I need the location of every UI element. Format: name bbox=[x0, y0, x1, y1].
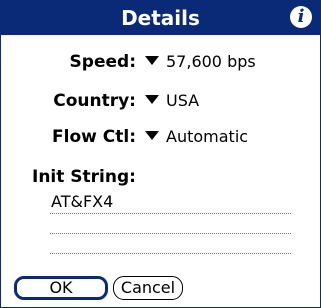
init-string-field[interactable]: AT&FX4 bbox=[51, 192, 113, 212]
init-string-label: Init String: bbox=[32, 167, 136, 187]
flow-ctl-label: Flow Ctl: bbox=[52, 127, 136, 147]
country-label: Country: bbox=[53, 91, 136, 111]
dialog-title: Details bbox=[121, 6, 200, 30]
init-string-line-3[interactable] bbox=[50, 253, 291, 254]
dropdown-arrow-icon bbox=[145, 131, 159, 140]
init-string-line-2[interactable] bbox=[50, 233, 291, 234]
ok-button[interactable]: OK bbox=[14, 276, 108, 300]
flow-ctl-select[interactable]: Automatic bbox=[145, 127, 248, 147]
speed-label: Speed: bbox=[69, 52, 136, 72]
country-select[interactable]: USA bbox=[145, 91, 199, 111]
speed-select[interactable]: 57,600 bps bbox=[145, 52, 256, 72]
title-bar: Details i bbox=[1, 1, 320, 35]
cancel-button[interactable]: Cancel bbox=[113, 276, 183, 300]
info-icon[interactable]: i bbox=[290, 6, 312, 28]
init-string-line-1[interactable] bbox=[50, 213, 291, 214]
dropdown-arrow-icon bbox=[145, 95, 159, 104]
details-dialog: Details i Speed: 57,600 bps Country: USA… bbox=[0, 0, 321, 308]
flow-ctl-value: Automatic bbox=[166, 127, 249, 146]
dropdown-arrow-icon bbox=[145, 56, 159, 65]
country-value: USA bbox=[166, 91, 200, 110]
speed-value: 57,600 bps bbox=[166, 52, 256, 71]
